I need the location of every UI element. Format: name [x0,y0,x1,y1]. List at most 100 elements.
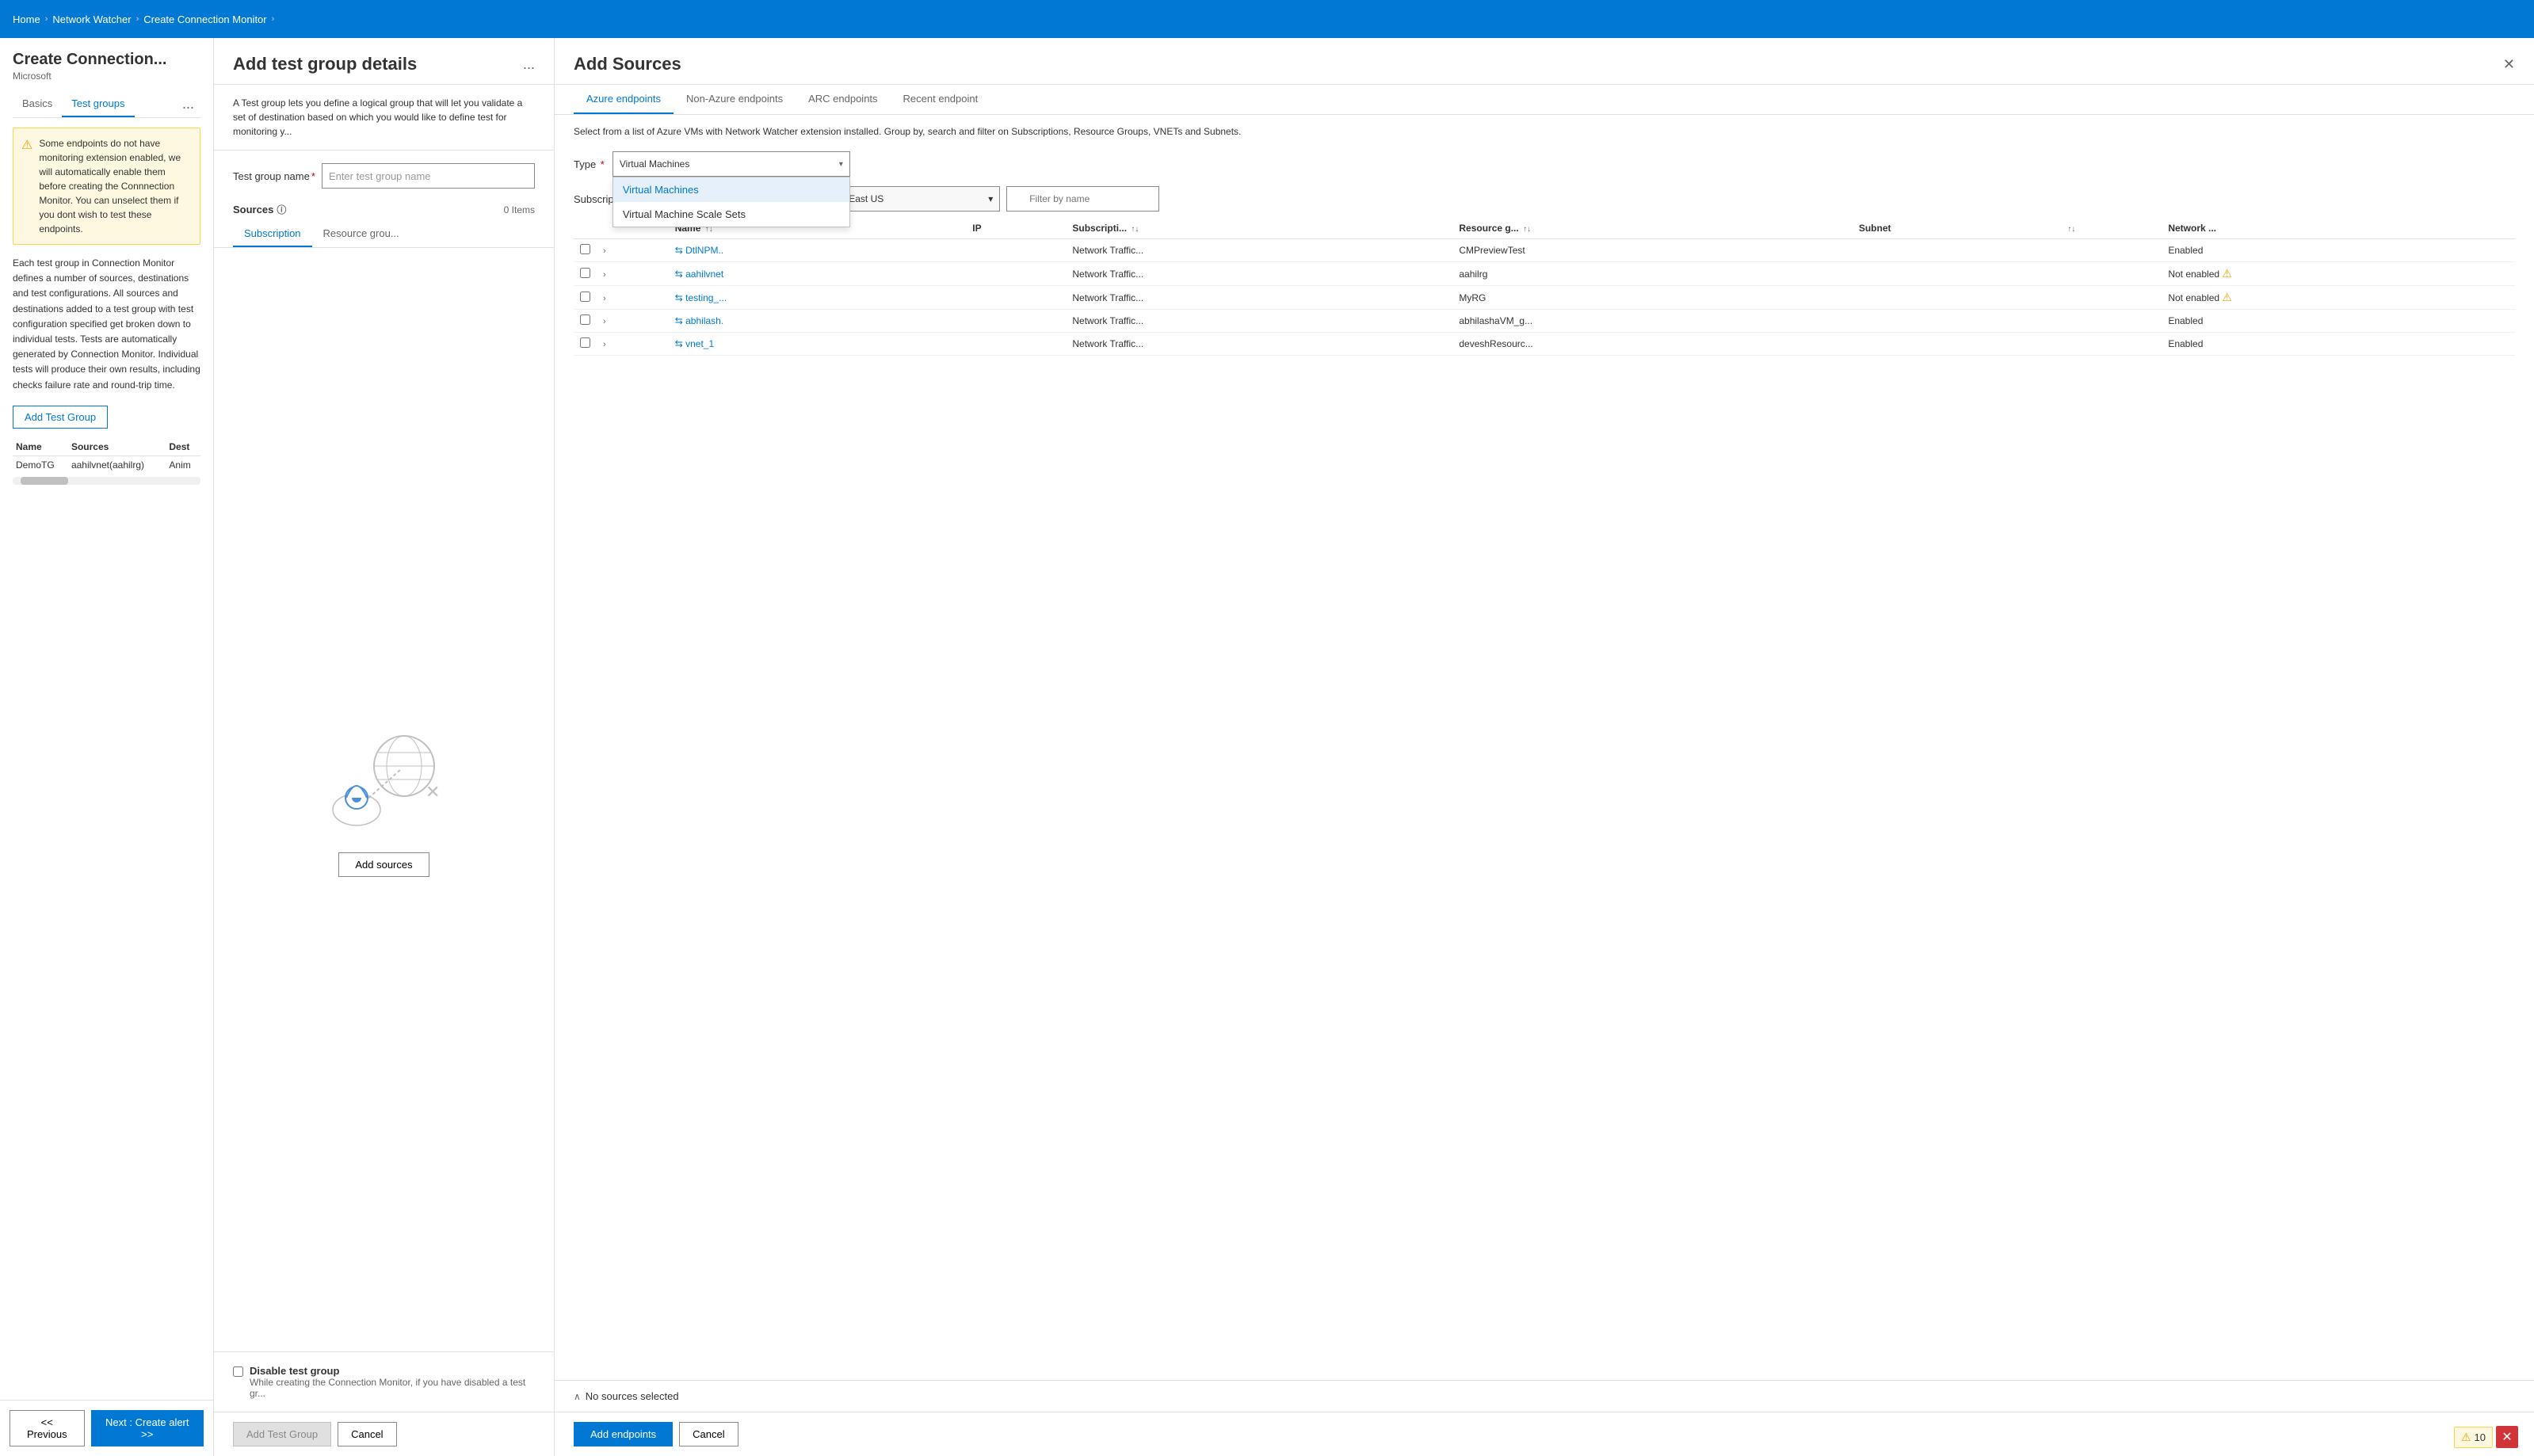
sidebar-info-text: Each test group in Connection Monitor de… [13,256,200,393]
col-select [574,218,597,239]
table-row[interactable]: DemoTG aahilvnet(aahilrg) Anim [13,455,200,474]
sources-header: Sources ⓘ 0 Items [214,196,554,221]
col-rg-header[interactable]: Resource g... ↑↓ [1452,218,1852,239]
error-button[interactable]: ✕ [2496,1426,2518,1448]
row-name-4[interactable]: vnet_1 [685,338,714,349]
sort-rg-icon[interactable]: ↑↓ [1523,225,1531,234]
row-subnet-0 [1853,239,2059,262]
tab-resource-group[interactable]: Resource grou... [312,221,410,247]
row-checkbox-3[interactable] [580,314,590,325]
cancel-right-button[interactable]: Cancel [679,1422,738,1446]
dropdown-item-vm[interactable]: Virtual Machines [613,177,849,202]
row-sub-4: Network Traffic... [1066,333,1452,356]
next-button[interactable]: Next : Create alert >> [91,1410,204,1446]
no-sources-bar: ∧ No sources selected [555,1380,2534,1412]
add-sources-button[interactable]: Add sources [338,852,429,877]
row-name-2[interactable]: testing_... [685,292,727,303]
ep-tab-arc[interactable]: ARC endpoints [796,85,890,114]
row-expand-1[interactable]: › [603,270,606,280]
empty-illustration: ✕ [321,722,448,833]
ep-tab-azure[interactable]: Azure endpoints [574,85,674,114]
row-name-1[interactable]: aahilvnet [685,269,723,280]
vm-icon-0: ⇆ [675,245,683,256]
ep-tab-recent[interactable]: Recent endpoint [891,85,991,114]
middle-menu-icon[interactable]: ... [523,56,535,73]
col-subnet-header: Subnet [1853,218,2059,239]
row-rg-2: MyRG [1452,286,1852,310]
status-warn-icon: ⚠ [2461,1431,2471,1444]
row-name-3[interactable]: abhilash. [685,315,723,326]
col-sort-header[interactable]: ↑↓ [2059,218,2162,239]
endpoint-tabs: Azure endpoints Non-Azure endpoints ARC … [555,85,2534,115]
row-checkbox-4[interactable] [580,337,590,348]
region-select[interactable]: East US ▾ [841,186,1000,212]
sep1: › [45,14,48,24]
breadcrumb-home[interactable]: Home [13,13,40,25]
filter-by-name-input[interactable] [1006,186,1159,212]
row-rg-1: aahilrg [1452,262,1852,286]
dropdown-item-vmss[interactable]: Virtual Machine Scale Sets [613,202,849,227]
vm-icon-4: ⇆ [675,338,683,349]
row-rg-4: deveshResourc... [1452,333,1852,356]
status-count: 10 [2475,1431,2486,1443]
scroll-bar-horizontal[interactable] [13,477,200,485]
row-expand-3[interactable]: › [603,317,606,326]
table-row[interactable]: › ⇆ DtlNPM.. Network Traffic... CMPrevie… [574,239,2515,262]
type-label: Type * [574,158,605,170]
table-row[interactable]: › ⇆ abhilash. Network Traffic... abhilas… [574,310,2515,333]
table-row[interactable]: › ⇆ aahilvnet Network Traffic... aahilrg… [574,262,2515,286]
row-subnet-2 [1853,286,2059,310]
col-dest: Dest [166,438,200,456]
sort-sub-icon[interactable]: ↑↓ [1131,225,1139,234]
middle-footer: Add Test Group Cancel [214,1412,554,1456]
test-group-name-label: Test group name* [233,170,315,182]
chevron-up-icon[interactable]: ∧ [574,1391,581,1402]
breadcrumb-network-watcher[interactable]: Network Watcher [52,13,131,25]
tab-basics[interactable]: Basics [13,91,62,117]
sort-subnet-icon[interactable]: ↑↓ [2067,225,2075,234]
table-row[interactable]: › ⇆ testing_... Network Traffic... MyRG … [574,286,2515,310]
middle-desc: A Test group lets you define a logical g… [214,85,554,151]
previous-button[interactable]: << Previous [10,1410,85,1446]
scroll-thumb-h [21,477,68,485]
row-ip-3 [966,310,1066,333]
sources-label: Sources ⓘ [233,203,286,216]
row-expand-0[interactable]: › [603,246,606,256]
table-row[interactable]: › ⇆ vnet_1 Network Traffic... deveshReso… [574,333,2515,356]
type-selected-value: Virtual Machines [620,158,690,170]
sources-info-icon[interactable]: ⓘ [277,203,286,216]
col-sources: Sources [68,438,166,456]
tab-subscription[interactable]: Subscription [233,221,312,247]
sidebar-tab-more[interactable]: ... [176,93,200,116]
tab-test-groups[interactable]: Test groups [62,91,134,117]
add-test-group-button[interactable]: Add Test Group [13,406,108,429]
row-ip-1 [966,262,1066,286]
add-test-group-footer-button[interactable]: Add Test Group [233,1422,331,1446]
row-subnet-1 [1853,262,2059,286]
row-sub-0: Network Traffic... [1066,239,1452,262]
col-sub-header[interactable]: Subscripti... ↑↓ [1066,218,1452,239]
row-checkbox-0[interactable] [580,244,590,254]
row-network-2: Not enabled ⚠ [2162,286,2515,310]
row-expand-2[interactable]: › [603,294,606,303]
vm-icon-1: ⇆ [675,269,683,280]
disable-test-group-row: Disable test group While creating the Co… [214,1351,554,1412]
add-endpoints-button[interactable]: Add endpoints [574,1422,673,1446]
ep-tab-non-azure[interactable]: Non-Azure endpoints [674,85,796,114]
main-container: Create Connection... Microsoft Basics Te… [0,38,2534,1456]
col-network-header: Network ... [2162,218,2515,239]
disable-test-group-checkbox[interactable] [233,1366,243,1377]
type-chevron-icon: ▾ [839,160,843,169]
type-select[interactable]: Virtual Machines ▾ [613,151,850,177]
row-network-0: Enabled [2162,239,2515,262]
row-expand-4[interactable]: › [603,340,606,349]
breadcrumb-create-monitor[interactable]: Create Connection Monitor [143,13,266,25]
row-dest: Anim [166,455,200,474]
warning-text: Some endpoints do not have monitoring ex… [39,136,192,236]
cancel-middle-button[interactable]: Cancel [338,1422,396,1446]
row-checkbox-2[interactable] [580,292,590,302]
row-name-0[interactable]: DtlNPM.. [685,245,723,256]
test-group-name-input[interactable] [322,163,535,189]
close-icon[interactable]: ✕ [2503,56,2515,73]
row-checkbox-1[interactable] [580,268,590,278]
